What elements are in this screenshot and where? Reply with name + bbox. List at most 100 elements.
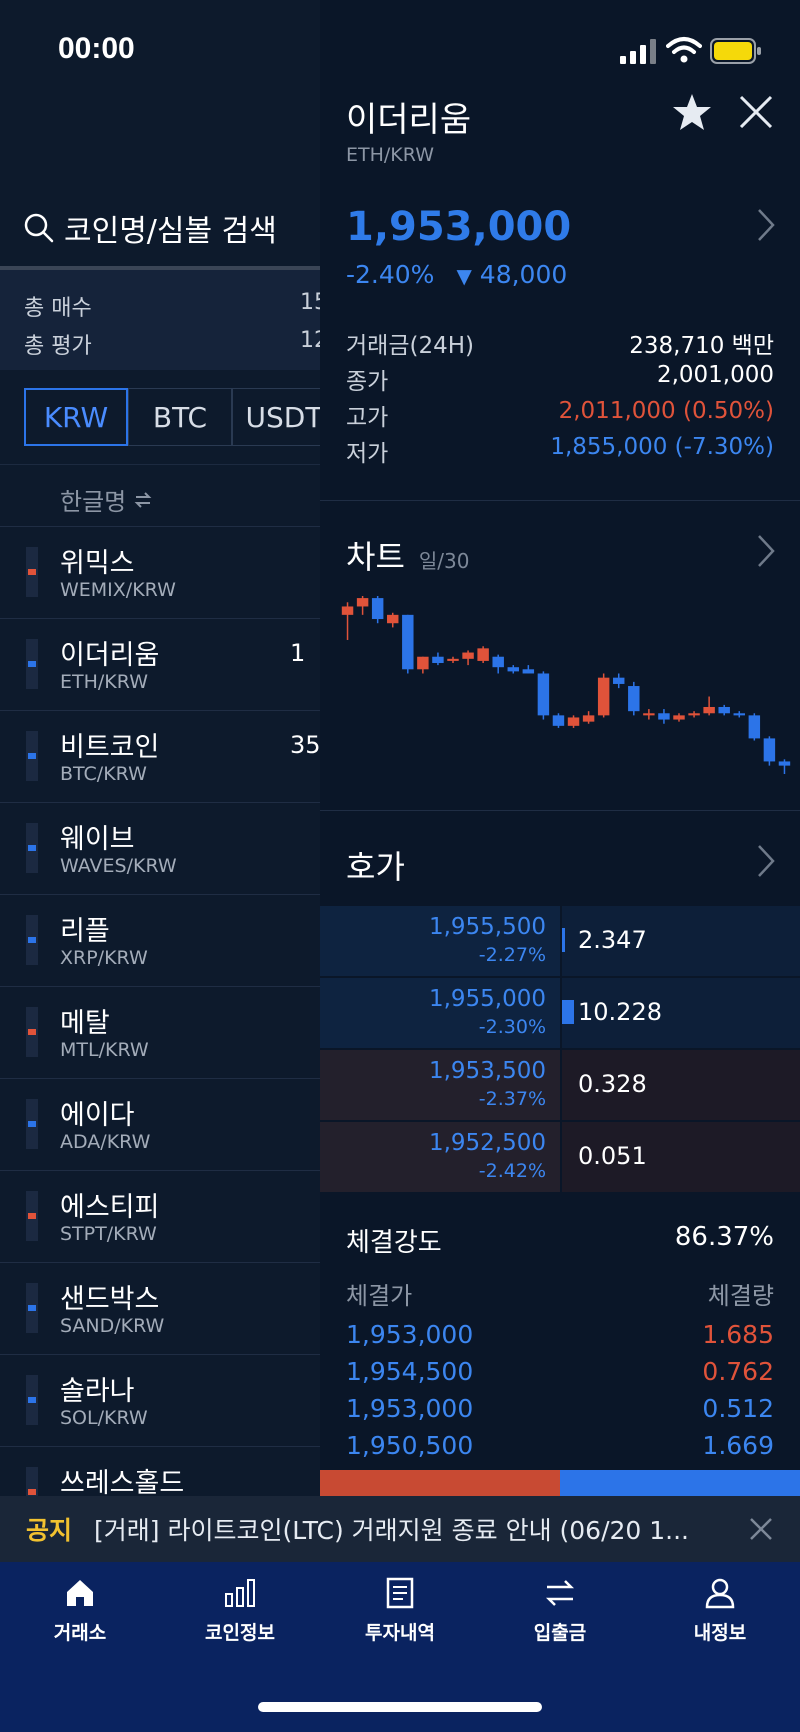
notice-text[interactable]: [거래] 라이트코인(LTC) 거래지원 종료 안내 (06/20 1... <box>94 1511 734 1547</box>
sort-by-name-button[interactable]: 한글명 <box>60 482 152 517</box>
candle <box>477 646 489 664</box>
tab-krw[interactable]: KRW <box>24 388 128 446</box>
tab-label: 코인정보 <box>205 1622 275 1644</box>
orderbook-qty-cell: 10.228 <box>562 978 800 1048</box>
candle-body <box>688 713 700 716</box>
orderbook-price: 1,952,500 <box>428 1130 546 1156</box>
coin-symbol: WAVES/KRW <box>60 855 177 877</box>
down-triangle-icon: ▼ <box>456 264 472 288</box>
tab-my-info[interactable]: 내정보 <box>640 1576 800 1662</box>
candle <box>371 596 384 624</box>
coin-list-item[interactable]: 이더리움 ETH/KRW 1 <box>0 618 320 710</box>
tab-label: 내정보 <box>693 1622 747 1644</box>
divider <box>320 500 800 501</box>
coin-list-item[interactable]: 리플 XRP/KRW <box>0 894 320 986</box>
candle-body <box>658 713 670 720</box>
coin-symbol: ADA/KRW <box>60 1131 151 1153</box>
orderbook-section-title[interactable]: 호가 <box>346 842 405 888</box>
tab-label: 투자내역 <box>365 1622 435 1644</box>
tab-coin-info[interactable]: 코인정보 <box>160 1576 320 1662</box>
candle-body <box>613 677 625 684</box>
orderbook-pct: -2.30% <box>478 1016 546 1038</box>
candle-body <box>567 717 580 726</box>
candle <box>748 713 761 741</box>
candle-body <box>778 761 791 766</box>
candle <box>778 759 791 774</box>
candle <box>447 656 459 664</box>
battery-icon <box>710 38 761 64</box>
trade-row: 1,950,500 1.669 <box>346 1431 774 1460</box>
coin-list-item[interactable]: 솔라나 SOL/KRW <box>0 1354 320 1446</box>
tab-usdt[interactable]: USDT <box>232 388 320 446</box>
coin-symbol: STPT/KRW <box>60 1223 157 1245</box>
coin-pair: ETH/KRW <box>346 144 434 166</box>
summary-value: 15 <box>300 290 320 315</box>
coin-symbol: SOL/KRW <box>60 1407 148 1429</box>
coin-symbol: ETH/KRW <box>60 671 148 693</box>
chevron-right-icon[interactable] <box>756 534 776 568</box>
tab-deposit-withdraw[interactable]: 입출금 <box>480 1576 640 1662</box>
close-icon[interactable] <box>748 1516 774 1542</box>
portfolio-summary: 총 매수 15 총 평가 12 <box>0 270 320 370</box>
orderbook-price-cell[interactable]: 1,952,500 -2.42% <box>320 1122 560 1192</box>
orderbook-row[interactable]: 1,952,500 -2.42% 0.051 <box>320 1122 800 1192</box>
tab-btc[interactable]: BTC <box>128 388 232 446</box>
candlestick-chart[interactable] <box>340 590 792 780</box>
orderbook-depth-bar <box>562 1000 574 1024</box>
bottom-tab-bar: 거래소 코인정보 투자내역 입출금 내정보 <box>0 1562 800 1732</box>
orderbook-row[interactable]: 1,955,500 -2.27% 2.347 <box>320 906 800 976</box>
coin-name: 쓰레스홀드 <box>60 1468 185 1499</box>
candle <box>552 713 565 728</box>
coin-name: 솔라나 <box>60 1376 135 1407</box>
candle-body <box>537 673 550 716</box>
coin-list-item[interactable]: 비트코인 BTC/KRW 35 <box>0 710 320 802</box>
orderbook-qty: 2.347 <box>578 926 647 954</box>
bar-chart-icon <box>225 1579 255 1607</box>
candle <box>658 709 670 724</box>
coin-symbol: SAND/KRW <box>60 1315 165 1337</box>
stat-label: 고가 <box>346 405 389 431</box>
coin-name: 에이다 <box>60 1100 135 1131</box>
candle-body <box>733 713 745 716</box>
tab-investments[interactable]: 투자내역 <box>320 1576 480 1662</box>
candle <box>507 665 519 674</box>
coin-list-item[interactable]: 에스티피 STPT/KRW <box>0 1170 320 1262</box>
coin-list-item[interactable]: 위믹스 WEMIX/KRW <box>0 526 320 618</box>
change-amount: 48,000 <box>479 260 568 289</box>
coin-list-item[interactable]: 메탈 MTL/KRW <box>0 986 320 1078</box>
orderbook-price-cell[interactable]: 1,955,500 -2.27% <box>320 906 560 976</box>
trade-row: 1,953,000 1.685 <box>346 1320 774 1349</box>
chevron-right-icon[interactable] <box>756 844 776 878</box>
price-change: -2.40% ▼ 48,000 <box>346 260 567 289</box>
mini-candle-icon <box>26 1375 38 1425</box>
candle <box>417 656 429 674</box>
coin-list-item[interactable]: 웨이브 WAVES/KRW <box>0 802 320 894</box>
coin-list: 위믹스 WEMIX/KRW 이더리움 ETH/KRW 1 비트코인 BTC/KRW 35 웨이브… <box>0 526 320 1538</box>
chart-period: 일/30 <box>418 549 470 573</box>
orderbook-price-cell[interactable]: 1,955,000 -2.30% <box>320 978 560 1048</box>
trade-row: 1,953,000 0.512 <box>346 1394 774 1423</box>
orderbook-price-cell[interactable]: 1,953,500 -2.37% <box>320 1050 560 1120</box>
candle-body <box>371 598 384 620</box>
candle <box>341 602 354 640</box>
orderbook-row[interactable]: 1,953,500 -2.37% 0.328 <box>320 1050 800 1120</box>
candle-body <box>417 656 429 670</box>
mini-candle-icon <box>26 915 38 965</box>
trade-strength: 체결강도 86.37% <box>346 1222 774 1259</box>
stat-value: 238,710 백만 <box>629 333 774 359</box>
chart-section-title[interactable]: 차트 일/30 <box>346 532 469 578</box>
trade-qty: 0.762 <box>702 1357 774 1386</box>
candle <box>522 665 535 674</box>
cellular-signal-icon <box>620 39 656 64</box>
notice-banner[interactable]: 공지 [거래] 라이트코인(LTC) 거래지원 종료 안내 (06/20 1..… <box>0 1496 800 1562</box>
chevron-right-icon[interactable] <box>756 208 776 242</box>
search-placeholder[interactable]: 코인명/심볼 검색 <box>64 206 277 250</box>
orderbook-row[interactable]: 1,955,000 -2.30% 10.228 <box>320 978 800 1048</box>
current-price: 1,953,000 <box>346 204 572 250</box>
candle <box>582 711 595 724</box>
strength-label: 체결강도 <box>346 1228 442 1258</box>
coin-list-item[interactable]: 에이다 ADA/KRW <box>0 1078 320 1170</box>
coin-search-box[interactable]: 코인명/심볼 검색 <box>24 206 277 250</box>
coin-list-item[interactable]: 샌드박스 SAND/KRW <box>0 1262 320 1354</box>
tab-exchange[interactable]: 거래소 <box>0 1576 160 1662</box>
